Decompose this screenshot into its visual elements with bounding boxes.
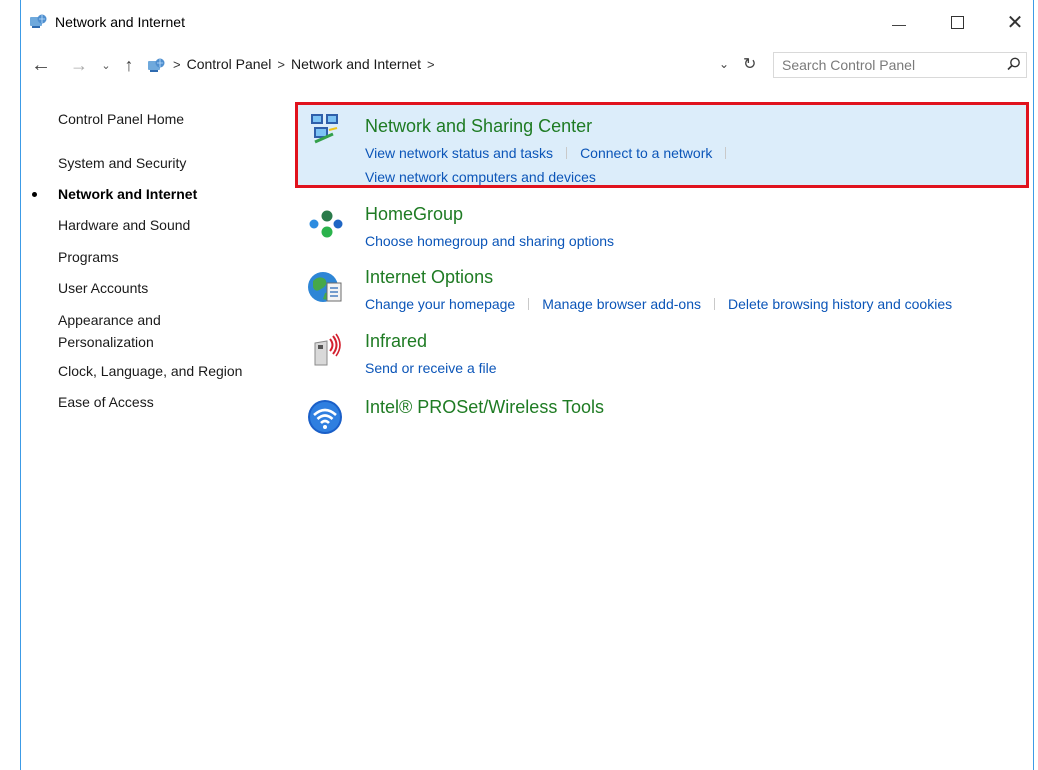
network-sharing-icon: [311, 114, 338, 144]
sidebar-item-network-and-internet[interactable]: Network and Internet: [32, 183, 278, 205]
category-links: Change your homepage Manage browser add-…: [365, 296, 952, 312]
link-delete-browsing-history[interactable]: Delete browsing history and cookies: [728, 296, 952, 312]
sidebar-item-clock-language-region[interactable]: Clock, Language, and Region: [58, 360, 278, 382]
network-folder-icon: [148, 58, 165, 72]
breadcrumb-network-and-internet[interactable]: Network and Internet: [291, 56, 421, 72]
link-change-homepage[interactable]: Change your homepage: [365, 296, 515, 312]
link-separator: [725, 147, 727, 159]
sidebar-item-label: Personalization: [58, 334, 154, 350]
link-view-network-status[interactable]: View network status and tasks: [365, 145, 553, 161]
refresh-icon[interactable]: ↻: [743, 54, 756, 74]
title-bar[interactable]: Network and Internet ✕: [21, 0, 1033, 46]
close-icon: ✕: [1006, 11, 1024, 34]
sidebar-item-ease-of-access[interactable]: Ease of Access: [58, 391, 278, 413]
sidebar-item-label: Appearance and: [58, 312, 161, 328]
address-toolbar: ← → ⌄ ↑ > Control Panel > Network and In…: [21, 46, 1033, 86]
search-box[interactable]: [773, 52, 1027, 78]
infrared-icon: [314, 333, 341, 366]
link-view-network-computers[interactable]: View network computers and devices: [365, 169, 596, 185]
sidebar-item-user-accounts[interactable]: User Accounts: [58, 277, 278, 299]
maximize-icon: [950, 15, 964, 29]
category-title[interactable]: Internet Options: [365, 267, 493, 288]
sidebar-item-control-panel-home[interactable]: Control Panel Home: [58, 108, 278, 130]
category-title[interactable]: Network and Sharing Center: [365, 116, 592, 137]
category-title[interactable]: Intel® PROSet/Wireless Tools: [365, 397, 604, 418]
link-send-receive-file[interactable]: Send or receive a file: [365, 360, 497, 376]
link-connect-to-network[interactable]: Connect to a network: [580, 145, 712, 161]
link-separator: [566, 147, 568, 159]
homegroup-icon: [309, 210, 343, 238]
active-bullet-icon: [32, 192, 37, 197]
search-icon[interactable]: [1006, 56, 1022, 72]
sidebar-item-appearance-and-personalization[interactable]: Appearance and Personalization: [58, 309, 278, 353]
window-title: Network and Internet: [55, 14, 185, 30]
link-separator: [528, 298, 530, 310]
category-links: View network computers and devices: [365, 169, 596, 185]
breadcrumb: > Control Panel > Network and Internet >: [173, 56, 435, 72]
category-links: View network status and tasks Connect to…: [365, 145, 739, 161]
minimize-icon: [892, 24, 906, 26]
category-title[interactable]: Infrared: [365, 331, 427, 352]
address-dropdown-chevron-icon[interactable]: ⌄: [719, 57, 729, 71]
category-links: Send or receive a file: [365, 360, 497, 376]
sidebar-item-label: Network and Internet: [58, 186, 198, 202]
sidebar-item-programs[interactable]: Programs: [58, 246, 278, 268]
category-links: Choose homegroup and sharing options: [365, 233, 614, 249]
close-button[interactable]: ✕: [993, 6, 1037, 38]
breadcrumb-control-panel[interactable]: Control Panel: [187, 56, 272, 72]
breadcrumb-separator-icon[interactable]: >: [427, 57, 435, 72]
link-separator: [714, 298, 715, 310]
maximize-button[interactable]: [935, 6, 979, 38]
search-input[interactable]: [782, 56, 992, 74]
sidebar-item-hardware-and-sound[interactable]: Hardware and Sound: [58, 214, 278, 236]
back-arrow-icon[interactable]: ←: [31, 54, 51, 76]
category-title[interactable]: HomeGroup: [365, 204, 463, 225]
up-arrow-icon[interactable]: ↑: [121, 54, 137, 76]
breadcrumb-separator-icon[interactable]: >: [173, 57, 181, 72]
link-manage-add-ons[interactable]: Manage browser add-ons: [542, 296, 701, 312]
network-folder-icon: [30, 14, 47, 28]
wifi-icon: [308, 400, 342, 434]
breadcrumb-separator-icon[interactable]: >: [277, 57, 285, 72]
forward-arrow-icon[interactable]: →: [69, 54, 89, 76]
link-homegroup-sharing-options[interactable]: Choose homegroup and sharing options: [365, 233, 614, 249]
control-panel-window: Network and Internet ✕ ← → ⌄ ↑ > Control…: [20, 0, 1034, 770]
sidebar-item-system-and-security[interactable]: System and Security: [58, 152, 278, 174]
minimize-button[interactable]: [877, 6, 921, 38]
internet-options-icon: [308, 272, 342, 302]
recent-locations-chevron-icon[interactable]: ⌄: [99, 54, 113, 76]
